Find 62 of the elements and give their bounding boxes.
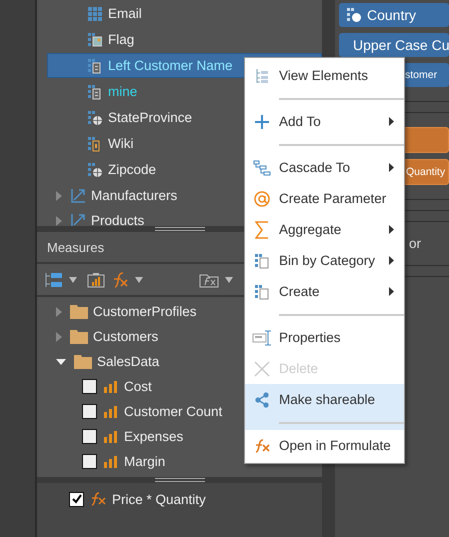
- submenu-arrow-icon: [389, 163, 394, 172]
- delete-icon: [254, 360, 270, 376]
- function-icon[interactable]: [111, 272, 129, 288]
- bar-chart-icon[interactable]: [87, 272, 105, 288]
- bar-chart-icon: [104, 430, 117, 442]
- tree-item[interactable]: SalesData: [97, 354, 160, 369]
- folder-icon: [70, 329, 88, 344]
- document-icon: [88, 58, 102, 74]
- menu-item[interactable]: Make shareable: [245, 384, 404, 430]
- panel-title: Measures: [47, 240, 104, 254]
- sigma-icon: [255, 220, 269, 238]
- list-icon: [255, 252, 269, 268]
- bar-chart-icon: [104, 406, 117, 418]
- dropdown-arrow-icon[interactable]: [225, 276, 233, 282]
- menu-item[interactable]: Bin by Category: [245, 245, 404, 276]
- tree-item[interactable]: Customers: [93, 329, 158, 344]
- checkbox[interactable]: [82, 454, 97, 469]
- tree-item[interactable]: Manufacturers: [91, 188, 178, 203]
- submenu-arrow-icon: [389, 225, 394, 234]
- checkbox[interactable]: [69, 492, 84, 506]
- tree-list-icon: [255, 68, 269, 84]
- measure-item[interactable]: Expenses: [124, 429, 184, 444]
- share-icon: [254, 392, 270, 408]
- field-chip[interactable]: Upper Case Cu: [339, 33, 449, 57]
- grid-icon: [88, 6, 102, 20]
- submenu-arrow-icon: [389, 117, 394, 126]
- document-icon: [88, 84, 102, 100]
- dropdown-arrow-icon[interactable]: [69, 276, 77, 282]
- bar-chart-icon: [104, 456, 117, 468]
- checkbox[interactable]: [82, 404, 97, 419]
- tree-item[interactable]: CustomerProfiles: [93, 304, 197, 319]
- list-icon: [255, 284, 269, 300]
- function-icon: [253, 438, 271, 452]
- measure-item[interactable]: Cost: [124, 379, 152, 394]
- image-icon: [88, 32, 102, 48]
- bar-chart-icon: [104, 380, 117, 392]
- folder-icon: [74, 354, 92, 369]
- measure-item[interactable]: Margin: [124, 454, 166, 469]
- menu-item[interactable]: Create: [245, 276, 404, 322]
- tree-item[interactable]: Flag: [47, 27, 322, 52]
- tree-item[interactable]: Email: [47, 1, 322, 26]
- cascade-icon: [253, 160, 271, 176]
- menu-item[interactable]: Open in Formulate: [245, 430, 404, 461]
- plus-icon: [255, 114, 269, 128]
- menu-item[interactable]: Properties: [245, 322, 404, 353]
- function-folder-icon[interactable]: [199, 272, 219, 288]
- function-icon: [89, 492, 107, 506]
- checkbox[interactable]: [82, 379, 97, 394]
- properties-icon: [252, 330, 272, 346]
- dropdown-arrow-icon[interactable]: [135, 276, 143, 282]
- measure-item[interactable]: Price * Quantity: [112, 492, 206, 506]
- at-sign-icon: [254, 190, 270, 206]
- menu-item[interactable]: Create Parameter: [245, 183, 404, 214]
- folder-icon: [70, 304, 88, 319]
- checkbox[interactable]: [82, 429, 97, 444]
- measure-item[interactable]: Customer Count: [124, 404, 222, 419]
- submenu-arrow-icon: [389, 256, 394, 265]
- tree-item[interactable]: Products: [91, 213, 144, 226]
- label: or: [408, 236, 422, 251]
- menu-item[interactable]: Aggregate: [245, 214, 404, 245]
- submenu-arrow-icon: [389, 287, 394, 296]
- field-chip[interactable]: Country: [339, 3, 449, 27]
